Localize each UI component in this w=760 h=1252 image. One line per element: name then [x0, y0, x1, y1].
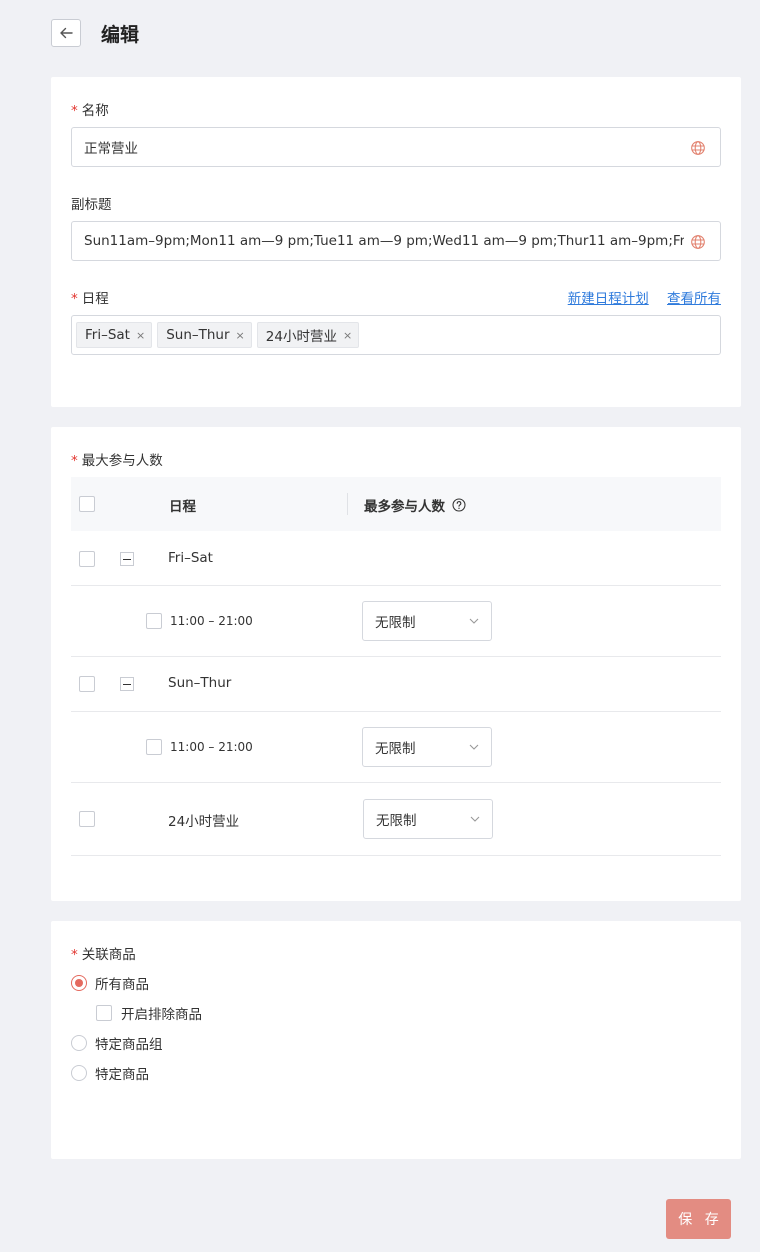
capacity-label: * 最大参与人数	[71, 453, 163, 469]
col-max-header: 最多参与人数	[364, 495, 466, 515]
chevron-down-icon	[470, 816, 480, 822]
schedule-tag: 24小时营业 ×	[256, 322, 360, 348]
row-checkbox[interactable]	[79, 811, 95, 827]
table-row: Fri–Sat	[71, 531, 721, 586]
schedule-tag: Sun–Thur ×	[157, 322, 252, 348]
back-button[interactable]	[51, 19, 81, 47]
chevron-down-icon	[469, 744, 479, 750]
select-all-checkbox[interactable]	[79, 496, 95, 512]
radio-product-group[interactable]: 特定商品组	[71, 1033, 163, 1053]
globe-icon[interactable]	[690, 140, 706, 156]
name-input-value: 正常营业	[84, 141, 138, 157]
slot-checkbox[interactable]	[146, 613, 162, 629]
page-header: 编辑	[51, 19, 139, 47]
tag-remove-icon[interactable]: ×	[343, 329, 352, 342]
view-all-link[interactable]: 查看所有	[667, 291, 721, 307]
schedule-links: 新建日程计划 查看所有	[554, 287, 721, 307]
required-mark: *	[71, 453, 78, 469]
group-name: 24小时营业	[168, 814, 240, 830]
tag-remove-icon[interactable]: ×	[236, 329, 245, 342]
basic-info-card: * 名称 正常营业 副标题 Sun11am–9pm;Mon11 am—9 pm;T…	[51, 77, 741, 407]
required-mark: *	[71, 103, 78, 119]
schedule-label: * 日程	[71, 291, 109, 307]
time-slot: 11:00 – 21:00	[170, 740, 253, 754]
column-divider	[347, 493, 348, 515]
name-label: * 名称	[71, 103, 109, 119]
name-input[interactable]: 正常营业	[71, 127, 721, 167]
collapse-icon[interactable]	[120, 677, 134, 691]
radio-all-products[interactable]: 所有商品	[71, 973, 149, 993]
required-mark: *	[71, 291, 78, 307]
group-name: Sun–Thur	[168, 675, 232, 691]
table-row: 11:00 – 21:00 无限制	[71, 712, 721, 783]
radio-button[interactable]	[71, 1065, 87, 1081]
subtitle-input-value: Sun11am–9pm;Mon11 am—9 pm;Tue11 am—9 pm;…	[84, 233, 684, 249]
limit-select[interactable]: 无限制	[362, 727, 492, 767]
question-circle-icon[interactable]	[452, 498, 466, 512]
table-row: 11:00 – 21:00 无限制	[71, 586, 721, 657]
capacity-card: * 最大参与人数 日程 最多参与人数 Fri–Sat 11:00 – 21:00 …	[51, 427, 741, 901]
new-schedule-link[interactable]: 新建日程计划	[568, 291, 649, 307]
products-card: * 关联商品 所有商品 开启排除商品 特定商品组 特定商品	[51, 921, 741, 1159]
radio-specific-products[interactable]: 特定商品	[71, 1063, 149, 1083]
time-slot: 11:00 – 21:00	[170, 614, 253, 628]
group-name: Fri–Sat	[168, 550, 213, 566]
capacity-table: 日程 最多参与人数 Fri–Sat 11:00 – 21:00 无限制 Sun–…	[71, 477, 721, 856]
schedule-tag-select[interactable]: Fri–Sat × Sun–Thur × 24小时营业 ×	[71, 315, 721, 355]
row-checkbox[interactable]	[79, 551, 95, 567]
row-checkbox[interactable]	[79, 676, 95, 692]
exclude-products-checkbox[interactable]: 开启排除商品	[96, 1003, 202, 1023]
table-row: Sun–Thur	[71, 657, 721, 712]
radio-button[interactable]	[71, 975, 87, 991]
required-mark: *	[71, 947, 78, 963]
slot-checkbox[interactable]	[146, 739, 162, 755]
subtitle-label: 副标题	[71, 197, 112, 213]
arrow-left-icon	[60, 27, 73, 39]
radio-button[interactable]	[71, 1035, 87, 1051]
products-label: * 关联商品	[71, 947, 136, 963]
globe-icon[interactable]	[690, 234, 706, 250]
subtitle-input[interactable]: Sun11am–9pm;Mon11 am—9 pm;Tue11 am—9 pm;…	[71, 221, 721, 261]
checkbox[interactable]	[96, 1005, 112, 1021]
collapse-icon[interactable]	[120, 552, 134, 566]
table-header: 日程 最多参与人数	[71, 477, 721, 531]
chevron-down-icon	[469, 618, 479, 624]
limit-select[interactable]: 无限制	[363, 799, 493, 839]
tag-remove-icon[interactable]: ×	[136, 329, 145, 342]
table-row: 24小时营业 无限制	[71, 783, 721, 856]
limit-select[interactable]: 无限制	[362, 601, 492, 641]
schedule-tag: Fri–Sat ×	[76, 322, 153, 348]
col-schedule-header: 日程	[169, 499, 196, 515]
page-title: 编辑	[101, 23, 140, 46]
save-button[interactable]: 保 存	[666, 1199, 731, 1239]
